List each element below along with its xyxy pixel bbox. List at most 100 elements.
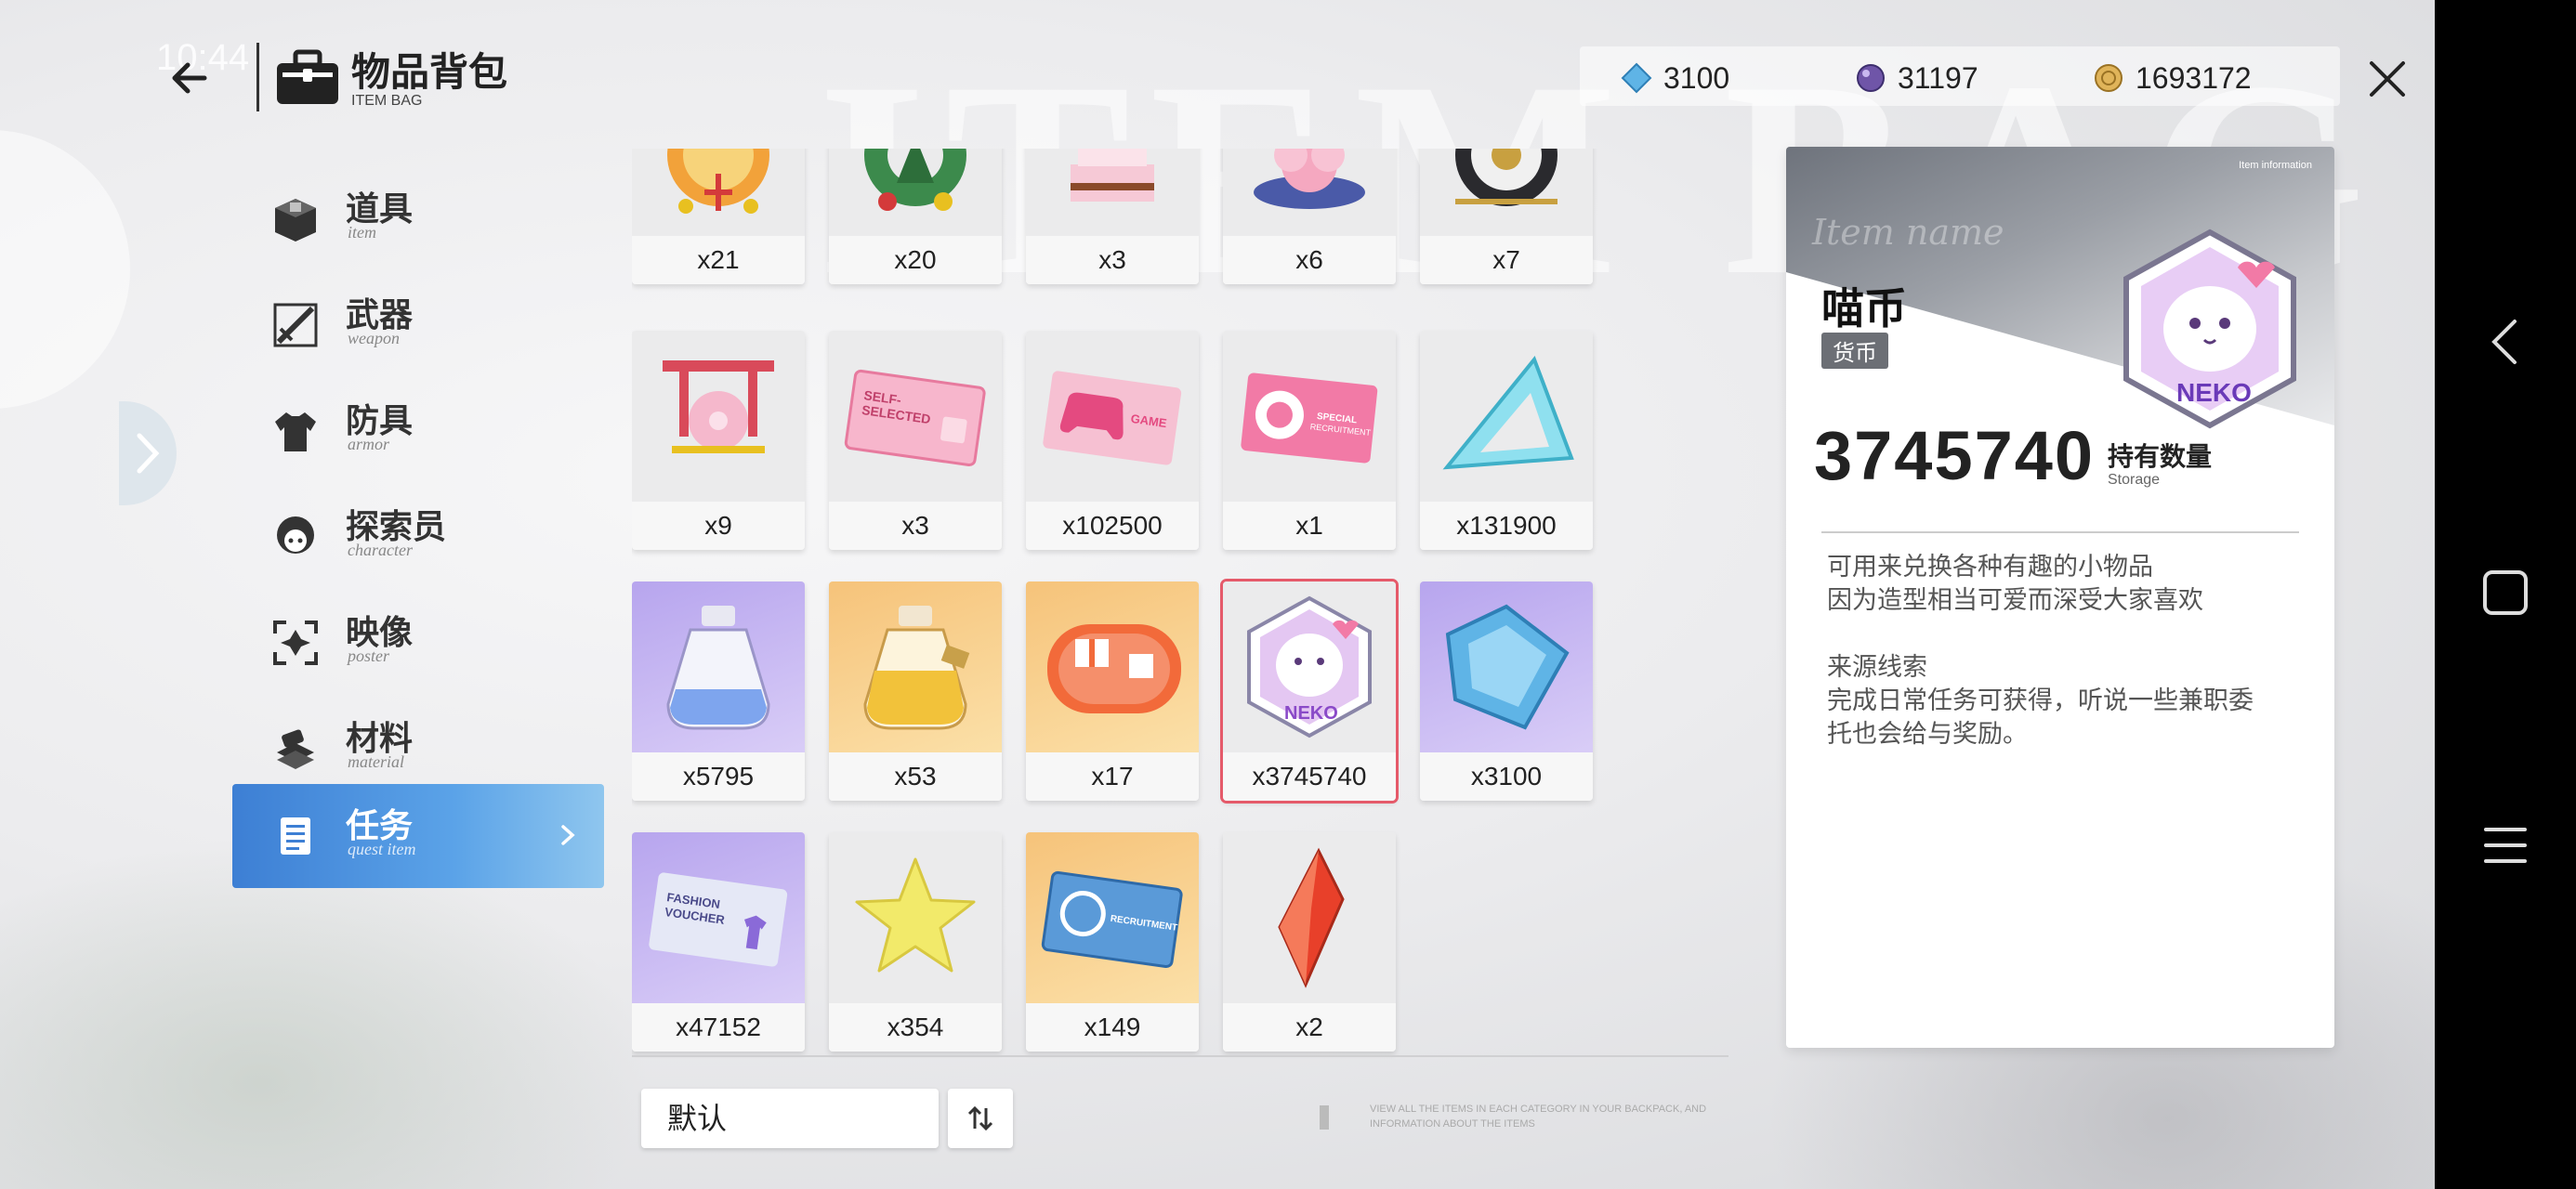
poster-icon [273,621,318,665]
sidebar-item-weapon[interactable]: 武器 weapon [232,273,604,377]
description-line: 可用来兑换各种有趣的小物品 [1827,553,2153,581]
storage-sublabel: Storage [2108,472,2161,488]
gold-coin-icon [2095,64,2123,92]
grid-divider [632,1055,1728,1057]
nav-back-button[interactable] [2472,308,2539,375]
source-line: 托也会给与奖励。 [1827,720,2028,748]
nav-menu-button[interactable] [2472,812,2539,879]
nav-home-icon [2483,570,2528,615]
item-count: x102500 [1026,502,1199,550]
neko-coin-icon: NEKO [1247,595,1372,738]
sword-icon [273,303,318,347]
source-line: 完成日常任务可获得，听说一些兼职委 [1827,686,2254,714]
gold-potion-bottle-icon [863,606,970,730]
item-cell[interactable]: x131900 [1420,331,1593,550]
sidebar-item-sublabel: weapon [348,329,400,347]
page-title: 物品背包 [351,50,508,94]
sakura-badge-icon [1254,149,1365,209]
item-cell[interactable]: x5795 [632,581,805,801]
item-cell[interactable]: RECRUITMENT x149 [1026,832,1199,1052]
item-cell[interactable]: x3100 [1420,581,1593,801]
item-box-icon [275,199,316,242]
item-category-tag: 货币 [1821,333,1888,369]
item-grid[interactable]: x21 x20 x3 x6 x7 x9 SELF- SELECTED x3 GA… [632,149,1728,1059]
item-count: x20 [829,236,1002,284]
game-ticket-icon: GAME [1043,371,1182,465]
currency-diamond[interactable]: 3100 [1621,56,1729,100]
currency-orb-value: 31197 [1898,60,1978,95]
sidebar-item-sublabel: item [348,223,376,242]
nav-back-icon [2491,320,2517,364]
detail-art-label: NEKO [2176,378,2252,407]
item-count: x7 [1420,236,1593,284]
detail-divider [1821,531,2299,533]
shirt-icon [275,412,316,451]
item-quantity: 3745740 [1814,417,2096,494]
purple-orb-icon [1857,64,1885,92]
item-cell[interactable]: x354 [829,832,1002,1052]
sidebar-item-item[interactable]: 道具 item [232,167,604,271]
sort-arrows-icon [967,1105,993,1131]
item-cell[interactable]: x2 [1223,832,1396,1052]
sidebar-item-sublabel: material [348,752,404,771]
svg-text:NEKO: NEKO [1284,703,1338,724]
item-information-button[interactable]: Item information [2239,160,2312,171]
triangle-crystal-icon [1442,356,1574,470]
item-cell[interactable]: x53 [829,581,1002,801]
sidebar-item-poster[interactable]: 映像 poster [232,591,604,695]
character-head-icon [277,516,314,554]
bag-icon [277,49,338,104]
gift-card-icon [1047,624,1181,713]
item-count: x9 [632,502,805,550]
item-cell[interactable]: FASHION VOUCHER x47152 [632,832,805,1052]
material-stack-icon [277,729,314,769]
item-count: x354 [829,1003,1002,1052]
item-cell[interactable]: x9 [632,331,805,550]
sort-order-button[interactable] [948,1089,1013,1148]
fashion-voucher-icon: FASHION VOUCHER [649,872,788,967]
item-count: x149 [1026,1003,1199,1052]
item-detail-panel: Item information Item name 喵币 货币 NEKO 37… [1786,147,2334,1048]
currency-coin-value: 1693172 [2136,60,2252,95]
page-subtitle: ITEM BAG [351,93,423,109]
item-count: x3745740 [1223,752,1396,801]
sidebar-item-quest[interactable]: 任务 quest item [232,784,604,888]
nav-home-button[interactable] [2472,559,2539,626]
blue-diamond-icon [1445,604,1570,730]
clock-emblem-icon [1455,149,1557,206]
item-count: x131900 [1420,502,1593,550]
item-cell-selected[interactable]: NEKO x3745740 [1220,579,1399,804]
sidebar-item-sublabel: armor [348,435,390,453]
blue-diamond-icon [1621,62,1652,94]
torii-sakura-icon [663,360,774,453]
item-cell[interactable]: x17 [1026,581,1199,801]
item-cell[interactable]: x3 [1026,149,1199,284]
sidebar-item-sublabel: character [348,541,413,559]
item-name-script: Item name [1812,212,2004,253]
storage-label: 持有数量 [2108,442,2213,471]
currency-orb[interactable]: 31197 [1855,56,1978,100]
header-divider [256,43,259,111]
item-cell[interactable]: SPECIAL RECRUITMENT x1 [1223,331,1396,550]
item-cell[interactable]: GAME x102500 [1026,331,1199,550]
item-cell[interactable]: x7 [1420,149,1593,284]
blue-potion-bottle-icon [666,606,770,730]
item-cell[interactable]: x21 [632,149,805,284]
currency-coin[interactable]: 1693172 [2093,56,2252,100]
chevron-right-icon [561,825,575,845]
item-cell[interactable]: x20 [829,149,1002,284]
item-cell[interactable]: SELF- SELECTED x3 [829,331,1002,550]
item-count: x53 [829,752,1002,801]
back-button[interactable] [164,52,216,104]
sidebar-item-character[interactable]: 探索员 character [232,485,604,589]
item-count: x17 [1026,752,1199,801]
item-cell[interactable]: x6 [1223,149,1396,284]
nav-menu-icon [2484,828,2527,863]
item-count: x47152 [632,1003,805,1052]
item-count: x5795 [632,752,805,801]
sort-dropdown[interactable]: 默认 [641,1089,939,1148]
sidebar-item-armor[interactable]: 防具 armor [232,379,604,483]
item-count: x3 [1026,236,1199,284]
close-icon[interactable] [2360,52,2414,106]
yellow-star-icon [855,857,976,973]
